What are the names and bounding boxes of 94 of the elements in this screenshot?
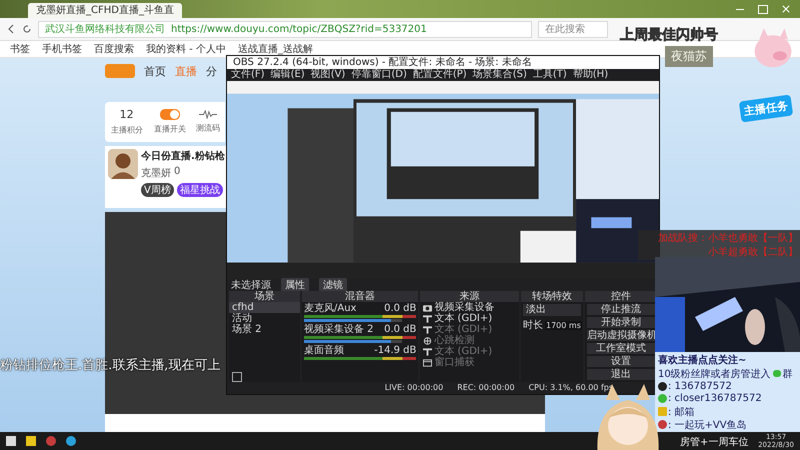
control-button[interactable]: 退出	[587, 369, 655, 380]
info-text: : closer136787572	[668, 393, 762, 404]
info-text: 10级粉丝牌或者房管进入	[658, 368, 771, 380]
volume-slider[interactable]	[304, 319, 402, 322]
address-field[interactable]: 武汉斗鱼网络科技有限公司 https://www.douyu.com/topic/ZBQSZ?rid=5337201	[38, 20, 532, 38]
toolbar-button[interactable]: 属性	[281, 278, 309, 292]
globe-icon	[423, 336, 432, 344]
text-tool-icon	[423, 348, 432, 356]
banner-text: 上周最佳闪帅号	[620, 26, 718, 44]
menu-item[interactable]: 文件(F)	[231, 69, 265, 81]
control-button[interactable]: 开始录制	[587, 317, 655, 328]
back-icon[interactable]	[6, 24, 16, 34]
nav-link[interactable]: 首页	[144, 64, 166, 78]
source-item[interactable]: 文本 (GDI+)	[420, 324, 519, 335]
host-name: 克墨妍	[141, 166, 171, 180]
source-item[interactable]: 视频采集设备	[420, 302, 519, 313]
add-icon[interactable]	[232, 372, 242, 382]
rec-status: REC: 00:00:00	[457, 382, 515, 394]
info-text: : 一起玩+VV鱼岛	[668, 418, 747, 432]
bookmark[interactable]: 我的资料 - 个人中	[146, 42, 226, 56]
scene-item[interactable]: 活动	[229, 313, 300, 324]
dock-header: 转场特效	[521, 291, 583, 302]
search-field[interactable]: 在此搜索	[538, 20, 608, 38]
scene-item[interactable]: 场景 2	[229, 324, 300, 335]
window-title: OBS 27.2.4 (64-bit, windows) - 配置文件: 未命名 - 场景: 未命名	[227, 56, 659, 69]
bookmark[interactable]: 送战直播_送战解	[238, 42, 313, 56]
weekly-rank-button[interactable]: V周榜	[141, 183, 174, 197]
dock-header: 场景	[229, 291, 300, 302]
toolbar-button[interactable]: 滤镜	[319, 278, 347, 292]
menu-item[interactable]: 停靠窗口(D)	[351, 69, 407, 81]
refresh-icon[interactable]	[22, 24, 32, 34]
menu-item[interactable]: 工具(T)	[532, 69, 567, 81]
channel-name: 桌面音频	[304, 345, 344, 356]
name-badge: 夜猫苏	[665, 46, 713, 67]
stat-label: 主播积分	[110, 124, 143, 136]
bookmark[interactable]: 手机书签	[42, 42, 82, 56]
nav-link[interactable]: 分	[206, 64, 217, 78]
maximize-icon[interactable]	[758, 4, 768, 14]
duration-field[interactable]: 1700 ms	[545, 320, 582, 330]
penguin-icon	[658, 382, 667, 391]
menu-item[interactable]: 配置文件(P)	[412, 69, 467, 81]
control-button[interactable]: 工作室模式	[587, 343, 655, 354]
source-item[interactable]: 心跳检测	[420, 335, 519, 346]
team-text: 小羊超勇敢【二队】	[708, 246, 798, 259]
transition-select[interactable]: 淡出	[523, 304, 581, 316]
chat-icon	[658, 394, 667, 404]
menu-item[interactable]: 编辑(E)	[270, 69, 305, 81]
chat-icon	[772, 370, 781, 377]
dock-header: 混音器	[302, 291, 418, 302]
channel-reading: 0.0 dB	[384, 324, 416, 335]
control-button[interactable]: 停止推流	[587, 304, 655, 315]
controller-icon	[658, 420, 667, 429]
channel-name: 麦克风/Aux	[304, 303, 356, 314]
bookmark[interactable]: 书签	[10, 42, 30, 56]
challenge-button[interactable]: 福星挑战	[176, 183, 223, 197]
minimize-icon[interactable]	[736, 8, 744, 10]
window-icon	[423, 358, 432, 366]
volume-slider[interactable]	[304, 340, 402, 343]
info-text: : 邮箱	[668, 406, 695, 418]
avatar-icon	[108, 149, 138, 179]
team-text: 加战队搜：小羊也勇敢【一队】	[658, 232, 798, 245]
no-source-label: 未选择源	[231, 278, 271, 291]
menu-item[interactable]: 场景集合(S)	[472, 69, 527, 81]
close-icon[interactable]	[782, 5, 790, 13]
stat-label: 直播开关	[154, 124, 186, 134]
channel-reading: -14.9 dB	[374, 345, 416, 356]
dock-header: 来源	[420, 291, 519, 302]
info-text: 群	[782, 368, 793, 380]
control-button[interactable]: 设置	[587, 356, 655, 367]
source-item[interactable]: 文本 (GDI+)	[420, 346, 519, 357]
bookmark[interactable]: 百度搜索	[94, 42, 134, 56]
live-toggle[interactable]	[160, 108, 180, 120]
duration-label: 时长	[523, 318, 543, 332]
source-item[interactable]: 文本 (GDI+)	[420, 313, 519, 324]
camera-icon	[423, 304, 432, 312]
heat-count: 0	[174, 166, 180, 179]
browser-tab[interactable]: 克墨妍直播_CFHD直播_斗鱼直	[28, 3, 182, 18]
wave-icon	[199, 110, 218, 118]
stat-label: 测流码	[196, 122, 220, 134]
channel-name: 视频采集设备 2	[304, 324, 374, 335]
ingot-icon	[658, 407, 667, 416]
live-status: LIVE: 00:00:00	[384, 382, 444, 394]
room-title: 今日份直播.粉钻枪	[141, 150, 225, 163]
scene-item[interactable]: cfhd	[229, 302, 300, 313]
score-value: 12	[120, 108, 134, 120]
menu-item[interactable]: 视图(V)	[310, 69, 346, 81]
menu-item[interactable]: 帮助(H)	[572, 69, 608, 81]
info-text: : 136787572	[668, 380, 732, 392]
info-heading: 喜欢主播点点关注~	[658, 353, 748, 367]
dock-header: 控件	[585, 291, 657, 302]
start-icon[interactable]	[6, 436, 16, 446]
source-item[interactable]: 窗口捕获	[420, 357, 519, 368]
channel-reading: 0.0 dB	[384, 303, 416, 314]
footer-text: 房管+一周车位	[680, 436, 748, 449]
